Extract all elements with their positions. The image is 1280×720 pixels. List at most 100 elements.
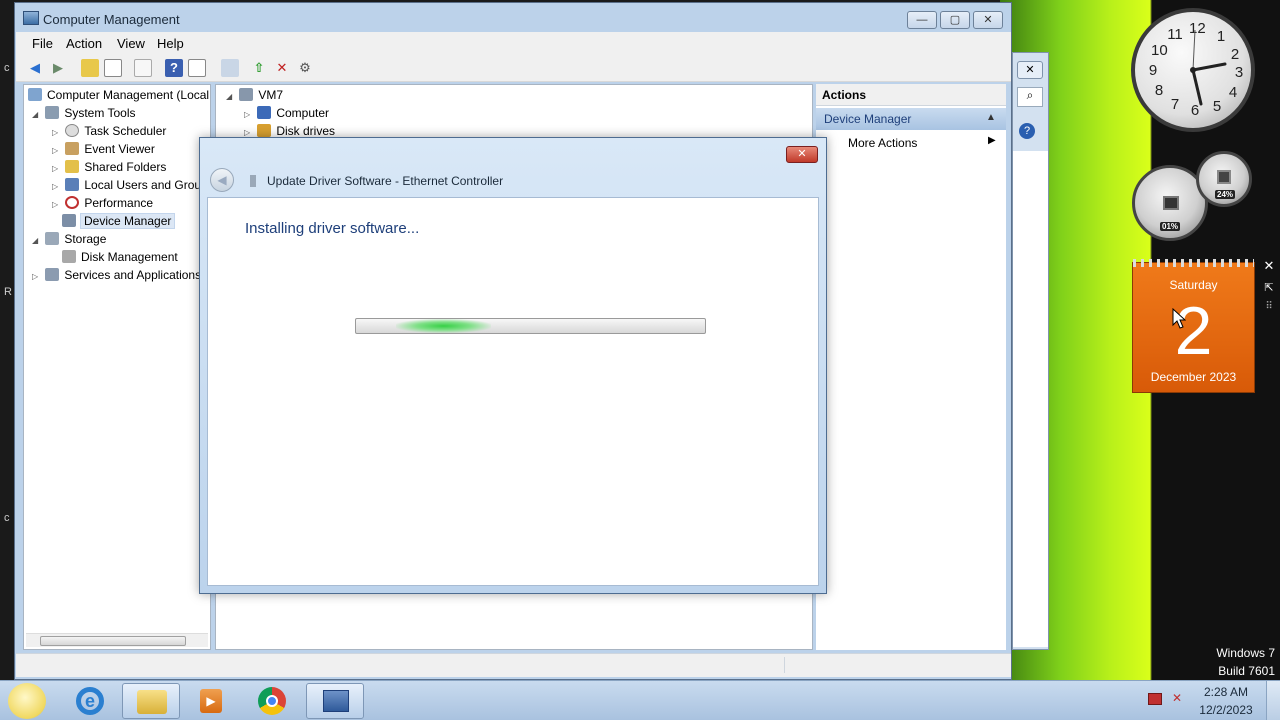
- dialog-content: Installing driver software...: [207, 197, 819, 586]
- close-icon[interactable]: ✕: [1017, 61, 1043, 79]
- calendar-day: 2: [1174, 293, 1213, 369]
- calendar-gadget[interactable]: Saturday 2 December 2023: [1132, 259, 1255, 393]
- folder-icon: [137, 690, 167, 714]
- memory-meter-gadget[interactable]: 24%: [1196, 151, 1252, 207]
- clock-icon: [65, 124, 80, 137]
- computer-management-icon: [28, 88, 42, 101]
- disk-icon: [62, 250, 76, 263]
- forward-icon[interactable]: ▶: [49, 59, 67, 77]
- actions-header: Actions: [816, 84, 1006, 106]
- show-action-pane-icon[interactable]: [188, 59, 206, 77]
- back-arrow-icon[interactable]: ◀: [210, 168, 234, 192]
- taskbar-chrome[interactable]: [244, 683, 302, 719]
- device-root[interactable]: ◢ VM7: [226, 86, 283, 104]
- second-hand: [1192, 29, 1196, 71]
- up-folder-icon[interactable]: [81, 59, 99, 77]
- menu-view[interactable]: View: [117, 36, 145, 51]
- more-actions-item[interactable]: More Actions ▶: [816, 132, 1006, 154]
- event-viewer-icon: [65, 142, 80, 155]
- expand-icon[interactable]: ◢: [32, 232, 42, 250]
- taskbar-internet-explorer[interactable]: e: [62, 683, 120, 719]
- users-icon: [65, 178, 80, 191]
- background-window[interactable]: ✕ ⌕ ?: [1012, 52, 1049, 650]
- horizontal-scrollbar[interactable]: [26, 633, 208, 647]
- internet-explorer-icon: e: [76, 687, 104, 715]
- scan-hardware-icon[interactable]: [221, 59, 239, 77]
- submenu-arrow-icon: ▶: [988, 135, 996, 146]
- actions-section-device-manager[interactable]: Device Manager ▲: [816, 108, 1006, 130]
- clock-gadget[interactable]: 12 1 2 3 4 5 6 7 8 9 10 11: [1131, 8, 1255, 132]
- computer-management-icon: [323, 690, 349, 712]
- dialog-close-button[interactable]: ✕: [786, 146, 818, 163]
- computer-icon: [239, 88, 254, 101]
- close-button[interactable]: ✕: [973, 11, 1003, 29]
- tree-item-services[interactable]: ▷ Services and Applications: [32, 266, 201, 284]
- expand-icon[interactable]: ◢: [226, 88, 236, 106]
- menu-action[interactable]: Action: [66, 36, 102, 51]
- mouse-cursor-icon: [1172, 308, 1186, 329]
- shared-folder-icon: [65, 160, 80, 173]
- help-icon[interactable]: ?: [165, 59, 183, 77]
- cpu-percent: 01%: [1160, 222, 1181, 231]
- show-desktop-button[interactable]: [1266, 681, 1280, 720]
- taskbar-computer-management[interactable]: [306, 683, 364, 719]
- tree-item-disk-management[interactable]: Disk Management: [62, 248, 178, 266]
- expand-icon[interactable]: ◢: [32, 106, 42, 124]
- back-icon[interactable]: ◀: [26, 59, 44, 77]
- monitor-icon: [257, 106, 272, 119]
- tree-item-device-manager[interactable]: Device Manager: [62, 212, 176, 230]
- status-divider: [784, 657, 785, 673]
- windows-version-line1: Windows 7: [1216, 646, 1275, 660]
- tree-root[interactable]: Computer Management (Local: [28, 86, 209, 104]
- tree-item-shared-folders[interactable]: ▷ Shared Folders: [52, 158, 166, 176]
- hour-hand: [1191, 68, 1203, 106]
- taskbar: e ▶ ✕ 2:28 AM 12/2/2023: [0, 680, 1280, 720]
- desktop-fragment: R: [4, 286, 12, 298]
- uninstall-device-icon[interactable]: ⚙: [296, 59, 314, 77]
- properties-icon[interactable]: [134, 59, 152, 77]
- disable-device-icon[interactable]: ✕: [273, 59, 291, 77]
- expand-icon[interactable]: ▷: [32, 268, 42, 286]
- cpu-chip-icon: [1163, 196, 1179, 210]
- help-icon[interactable]: ?: [1019, 123, 1035, 139]
- chrome-icon: [258, 687, 286, 715]
- minimize-button[interactable]: —: [907, 11, 937, 29]
- tree-item-local-users[interactable]: ▷ Local Users and Group: [52, 176, 208, 194]
- update-driver-icon[interactable]: ⇧: [250, 59, 268, 77]
- tray-date[interactable]: 12/2/2023: [1196, 703, 1256, 717]
- memory-percent: 24%: [1215, 190, 1236, 199]
- menu-file[interactable]: File: [32, 36, 53, 51]
- title-bar[interactable]: Computer Management — ▢ ✕: [15, 3, 1011, 33]
- minute-hand: [1191, 62, 1227, 72]
- media-player-icon: ▶: [200, 689, 222, 713]
- search-icon[interactable]: ⌕: [1017, 87, 1043, 107]
- tree-item-performance[interactable]: ▷ Performance: [52, 194, 153, 212]
- tree-item-storage[interactable]: ◢ Storage: [32, 230, 106, 248]
- tree-item-event-viewer[interactable]: ▷ Event Viewer: [52, 140, 155, 158]
- start-button[interactable]: [8, 683, 46, 719]
- network-status-icon[interactable]: [1148, 693, 1162, 705]
- tree-item-task-scheduler[interactable]: ▷ Task Scheduler: [52, 122, 166, 140]
- progress-marquee: [396, 319, 491, 333]
- device-computer[interactable]: ▷ Computer: [244, 104, 329, 122]
- show-hide-tree-icon[interactable]: [104, 59, 122, 77]
- taskbar-windows-explorer[interactable]: [122, 683, 180, 719]
- tree-item-system-tools[interactable]: ◢ System Tools: [32, 104, 135, 122]
- actions-section-label: Device Manager: [824, 112, 912, 126]
- computer-management-icon: [23, 11, 39, 25]
- expand-icon[interactable]: ▷: [52, 196, 62, 214]
- gadget-close-icon[interactable]: ✕: [1262, 259, 1276, 273]
- device-manager-icon: [62, 214, 76, 227]
- menu-bar: File Action View Help: [16, 32, 1011, 54]
- scrollbar-thumb[interactable]: [40, 636, 186, 646]
- collapse-icon[interactable]: ▲: [986, 112, 996, 123]
- gadget-size-icon[interactable]: ⇱: [1262, 281, 1276, 295]
- taskbar-media-player[interactable]: ▶: [182, 683, 240, 719]
- volume-muted-icon[interactable]: ✕: [1172, 691, 1186, 705]
- install-status-text: Installing driver software...: [245, 220, 420, 237]
- gadget-drag-icon[interactable]: ⠿: [1262, 300, 1276, 314]
- tray-time[interactable]: 2:28 AM: [1196, 685, 1256, 699]
- desktop-fragment: c: [4, 512, 10, 524]
- maximize-button[interactable]: ▢: [940, 11, 970, 29]
- menu-help[interactable]: Help: [157, 36, 184, 51]
